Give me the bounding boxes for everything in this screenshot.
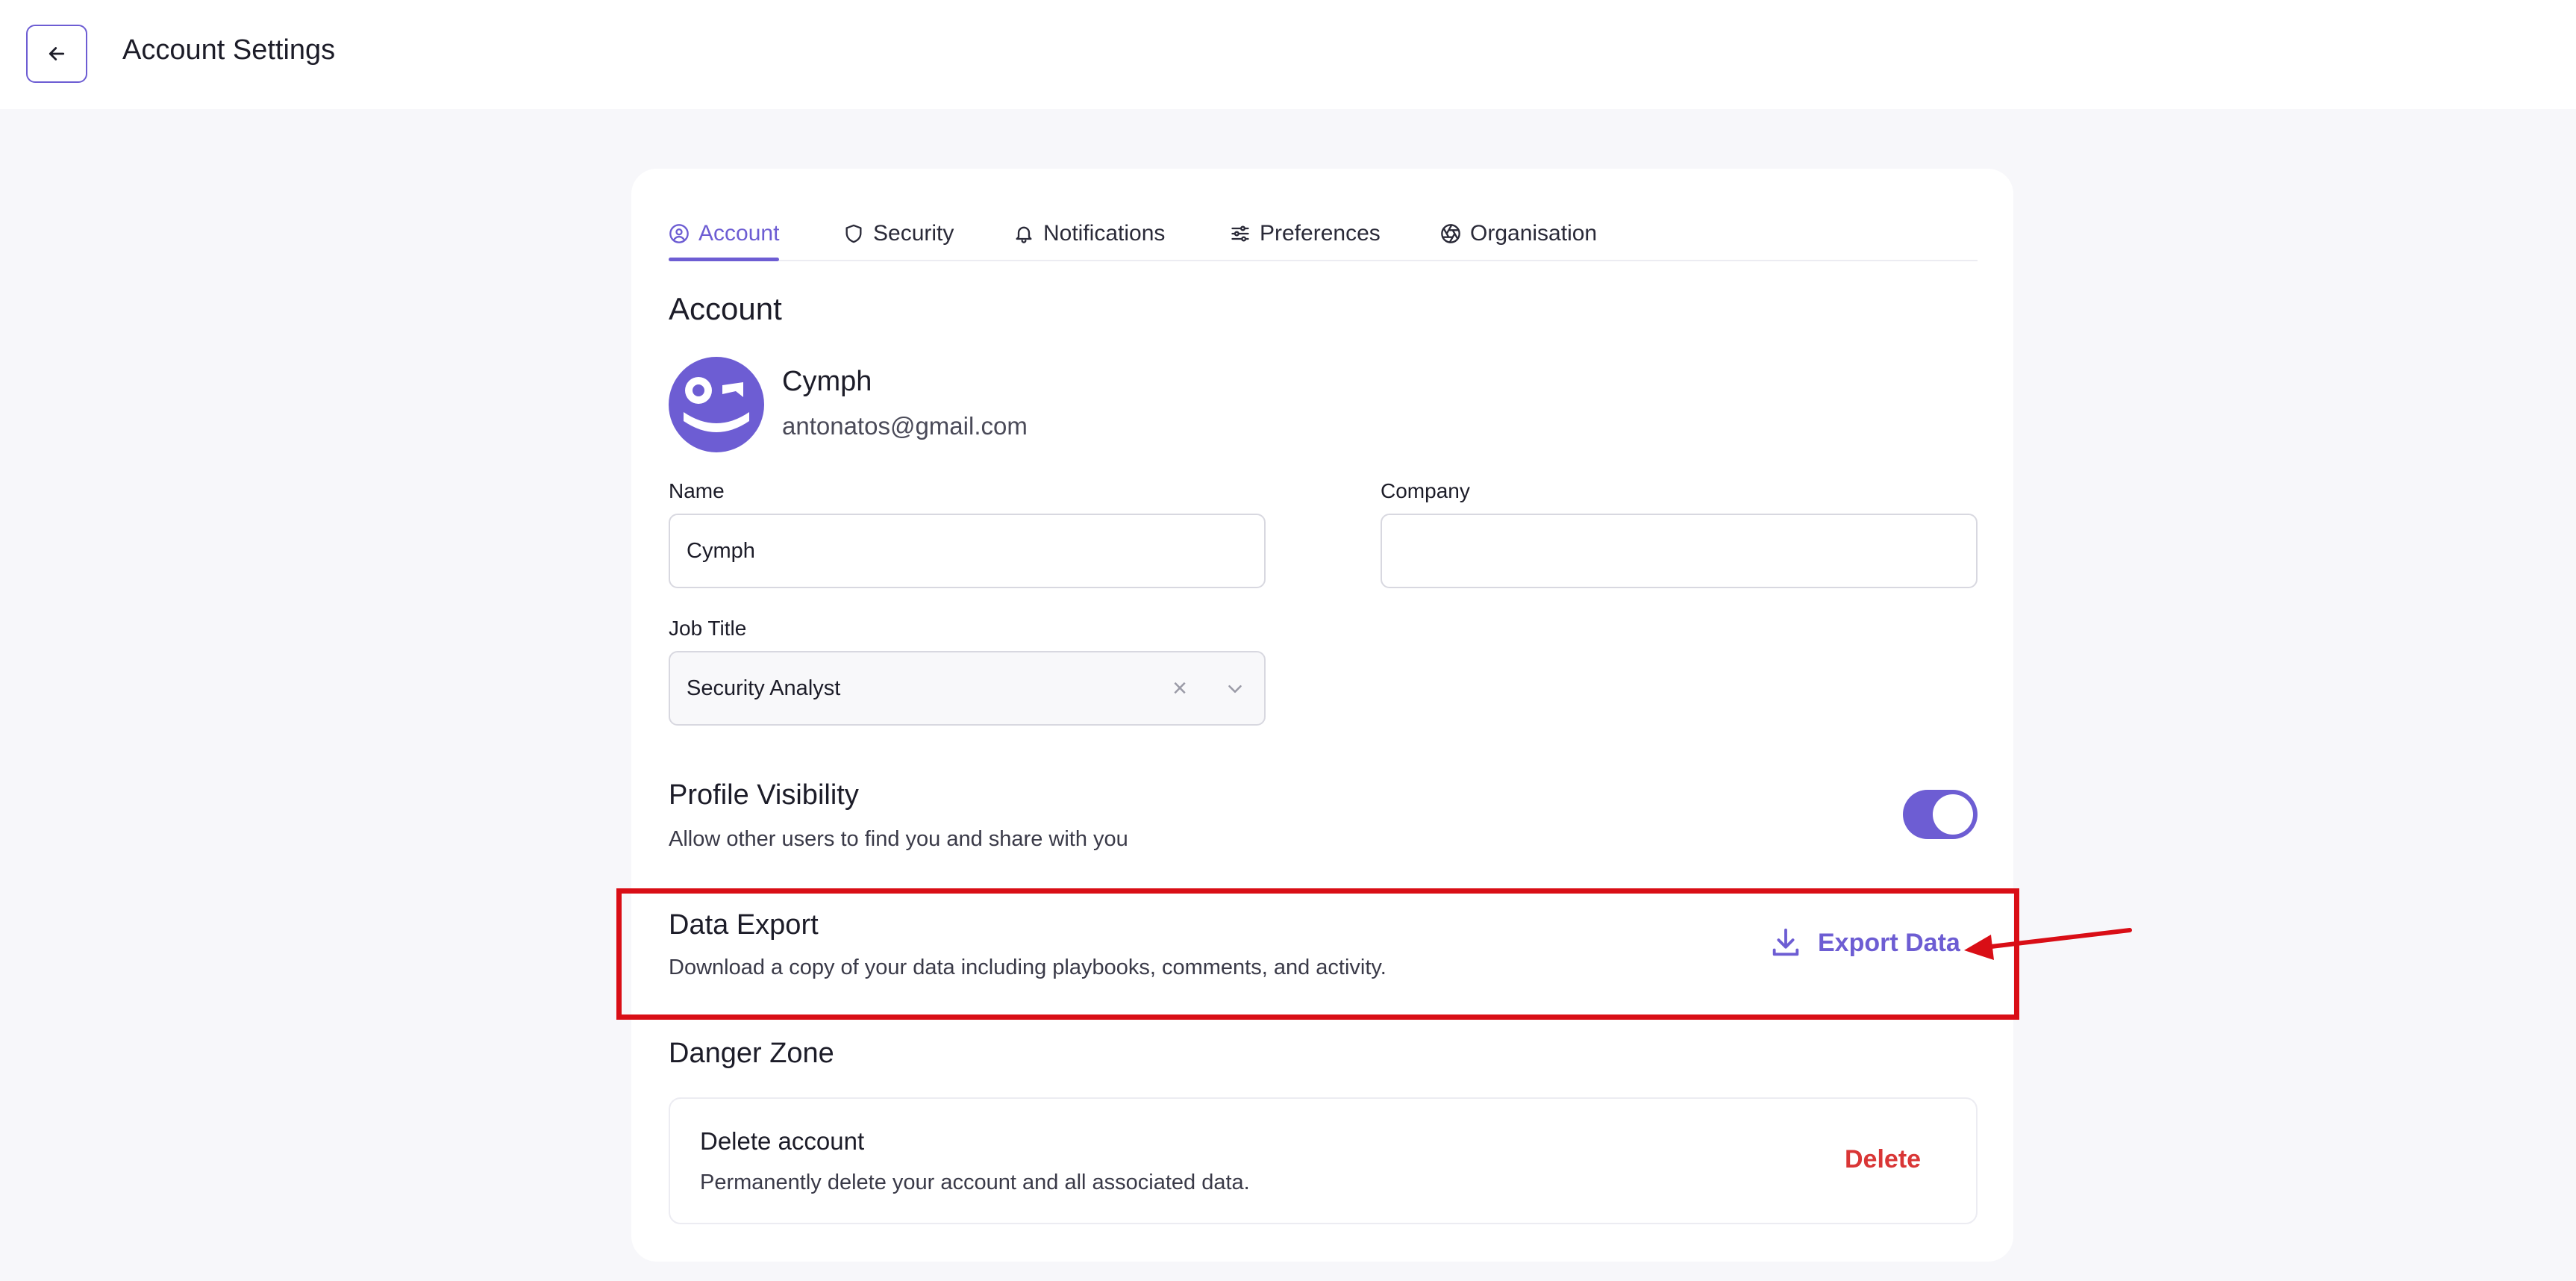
job-title-value: Security Analyst	[687, 676, 841, 700]
job-title-select[interactable]: Security Analyst ×	[669, 651, 1266, 726]
section-title: Account	[669, 291, 782, 326]
shield-icon	[845, 224, 862, 243]
page-title: Account Settings	[122, 34, 336, 66]
delete-account-box: Delete account Permanently delete your a…	[669, 1097, 1978, 1224]
name-field[interactable]: Cymph	[669, 514, 1266, 588]
tab-account[interactable]: Account	[669, 208, 780, 261]
export-data-button[interactable]: Export Data	[1769, 924, 1960, 961]
export-data-label: Export Data	[1818, 928, 1960, 957]
download-icon	[1772, 928, 1799, 956]
tab-label: Organisation	[1470, 221, 1598, 246]
arrow-left-icon	[49, 47, 65, 60]
delete-account-title: Delete account	[700, 1127, 865, 1155]
top-bar: Account Settings	[0, 0, 2576, 109]
avatar	[669, 357, 764, 452]
danger-zone-title: Danger Zone	[669, 1038, 834, 1069]
data-export-title: Data Export	[669, 909, 819, 941]
settings-tabs: Account Security Notifications Preferenc…	[669, 208, 1978, 261]
back-button[interactable]	[26, 25, 87, 83]
annotation-arrow	[1964, 928, 2132, 960]
name-label: Name	[669, 479, 725, 502]
user-email: antonatos@gmail.com	[782, 412, 1028, 440]
data-export-description: Download a copy of your data including p…	[669, 956, 1387, 979]
aperture-icon	[1441, 224, 1460, 243]
tab-preferences[interactable]: Preferences	[1230, 208, 1381, 260]
tab-label: Security	[873, 221, 954, 246]
tab-notifications[interactable]: Notifications	[1013, 208, 1165, 260]
profile-visibility-toggle[interactable]	[1903, 790, 1978, 839]
chevron-down-icon[interactable]	[1224, 678, 1246, 700]
tab-security[interactable]: Security	[843, 208, 954, 260]
tab-label: Preferences	[1260, 221, 1381, 246]
tab-label: Notifications	[1043, 221, 1166, 246]
tab-organisation[interactable]: Organisation	[1440, 208, 1597, 260]
company-label: Company	[1381, 479, 1470, 502]
profile-visibility-title: Profile Visibility	[669, 779, 859, 811]
delete-account-button[interactable]: Delete	[1845, 1145, 1921, 1174]
user-name: Cymph	[782, 366, 872, 397]
clear-icon[interactable]: ×	[1169, 676, 1191, 701]
company-field[interactable]	[1381, 514, 1978, 588]
job-title-label: Job Title	[669, 617, 747, 640]
profile-visibility-description: Allow other users to find you and share …	[669, 827, 1128, 851]
tab-label: Account	[698, 221, 780, 246]
bell-icon	[1016, 226, 1032, 243]
sliders-icon	[1231, 225, 1249, 242]
delete-account-description: Permanently delete your account and all …	[700, 1171, 1250, 1194]
user-circle-icon	[669, 224, 689, 243]
toggle-knob	[1933, 794, 1973, 835]
